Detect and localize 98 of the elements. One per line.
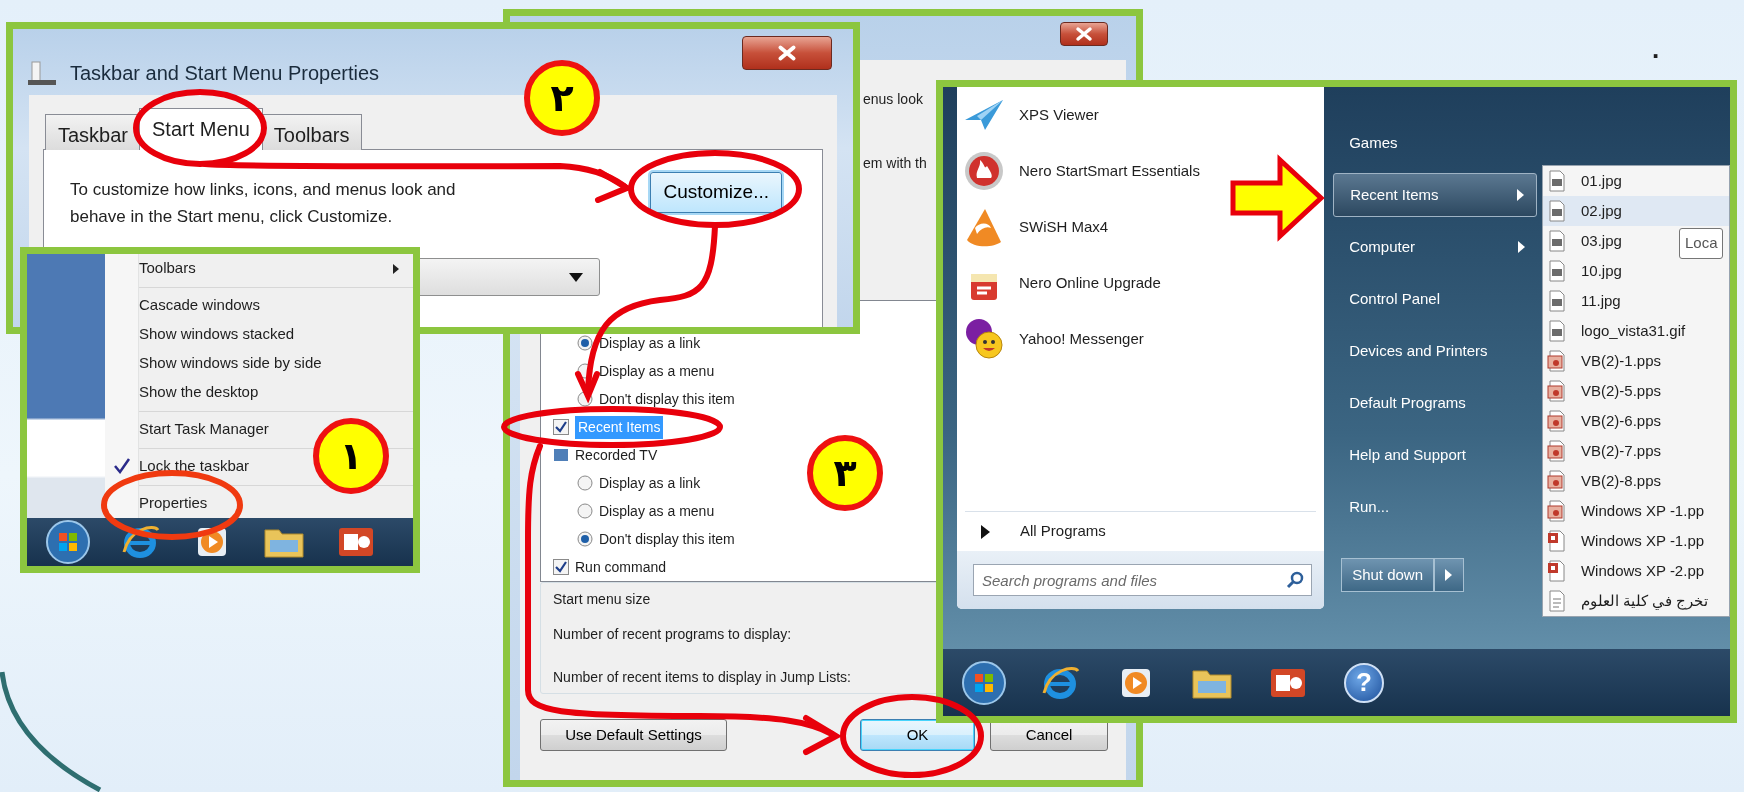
program-item[interactable]: XPS Viewer	[957, 87, 1325, 143]
presentation-file-icon	[1546, 530, 1567, 552]
category-icon	[553, 447, 569, 463]
recent-file-item[interactable]: 01.jpg	[1580, 169, 1622, 193]
slideshow-file-icon	[1546, 350, 1567, 372]
recent-file-item[interactable]: 02.jpg	[1580, 199, 1622, 223]
option-label: Display as a link	[599, 333, 701, 353]
slideshow-file-icon	[1546, 470, 1567, 492]
option-label: Display as a menu	[599, 361, 715, 381]
shutdown-button[interactable]: Shut down	[1341, 558, 1435, 592]
presentation-file-icon	[1546, 560, 1567, 582]
dialog-text: enus look	[863, 90, 923, 109]
start-menu-link[interactable]: Recent Items	[1333, 173, 1537, 217]
shutdown-options-button[interactable]	[1434, 558, 1465, 592]
option-label: Don't display this item	[599, 529, 735, 549]
menu-item[interactable]: Show windows side by side	[139, 352, 322, 375]
caret-icon	[569, 272, 583, 282]
start-menu-link[interactable]: Help and Support	[1333, 429, 1537, 481]
radio-button[interactable]	[577, 475, 593, 491]
recent-file-item[interactable]: logo_vista31.gif	[1580, 319, 1686, 343]
search-field[interactable]: Search programs and files	[973, 564, 1313, 596]
recent-file-item[interactable]: 10.jpg	[1580, 259, 1622, 283]
menu-item[interactable]: Properties	[139, 492, 208, 515]
program-item[interactable]: Nero Online Upgrade	[957, 255, 1325, 311]
recent-file-item[interactable]: 11.jpg	[1580, 289, 1621, 313]
slideshow-file-icon	[1546, 410, 1567, 432]
submenu-arrow-icon	[1517, 241, 1525, 253]
radio-button[interactable]	[577, 503, 593, 519]
option-label: Display as a link	[599, 473, 701, 493]
program-item[interactable]: Yahoo! Messenger	[957, 311, 1325, 367]
dialog-button[interactable]: Use Default Settings	[540, 719, 727, 751]
menu-item[interactable]: Toolbars	[139, 257, 196, 280]
option-label: Display as a menu	[599, 501, 715, 521]
slide-mark: .	[1652, 33, 1660, 66]
slideshow-file-icon	[1546, 440, 1567, 462]
recent-file-item[interactable]: Windows XP -1.pp	[1580, 499, 1705, 523]
option-label: Recent Items	[575, 415, 664, 439]
start-menu-link[interactable]: Default Programs	[1333, 377, 1537, 429]
start-menu-link[interactable]: Computer	[1333, 221, 1537, 273]
recent-file-item[interactable]: Windows XP -1.pp	[1580, 529, 1705, 553]
radio-button[interactable]	[577, 531, 593, 547]
description-text: To customize how links, icons, and menus look and behave in the Start menu, click Customize.	[70, 179, 457, 228]
close-button[interactable]	[1060, 22, 1108, 46]
document-file-icon	[1546, 590, 1567, 612]
menu-item[interactable]: Start Task Manager	[139, 418, 269, 441]
start-orb-icon[interactable]	[962, 660, 1006, 705]
tab[interactable]: Toolbars	[260, 114, 363, 150]
start-menu-link[interactable]: Run...	[1333, 481, 1537, 533]
program-item[interactable]: SWiSH Max4	[957, 199, 1325, 255]
window-title: Taskbar and Start Menu Properties	[70, 61, 380, 86]
program-item[interactable]: Nero StartSmart Essentials	[957, 143, 1325, 199]
radio-button[interactable]	[577, 335, 593, 351]
submenu-arrow-icon	[1516, 189, 1524, 201]
image-file-icon	[1546, 260, 1567, 282]
recent-file-item[interactable]: VB(2)-1.pps	[1580, 349, 1661, 373]
start-menu-link[interactable]: Control Panel	[1333, 273, 1537, 325]
search-icon	[1286, 571, 1305, 589]
customize-button[interactable]: Customize...	[650, 172, 782, 213]
image-file-icon	[1546, 230, 1567, 252]
start-orb-icon[interactable]	[46, 520, 90, 564]
recent-file-item[interactable]: VB(2)-5.pps	[1580, 379, 1661, 403]
option-label: Run command	[575, 557, 667, 577]
menu-item[interactable]: Lock the taskbar	[139, 455, 250, 478]
image-file-icon	[1546, 290, 1567, 312]
smiley-icon	[963, 318, 1005, 360]
recent-file-item[interactable]: VB(2)-6.pps	[1580, 409, 1661, 433]
tab[interactable]: Start Menu	[139, 108, 263, 150]
recent-file-item[interactable]: تخرج في كلية العلوم	[1580, 589, 1709, 613]
setting-label: Number of recent items to display in Jump Lists:	[553, 668, 851, 687]
flame-icon	[963, 150, 1005, 192]
menu-item[interactable]: Show windows stacked	[139, 323, 295, 346]
checkbox[interactable]	[553, 419, 569, 435]
recent-file-item[interactable]: 03.jpg	[1580, 229, 1622, 253]
menu-item[interactable]: Show the desktop	[139, 381, 259, 404]
recent-file-item[interactable]: Windows XP -2.pp	[1580, 559, 1705, 583]
dialog-text: em with th	[863, 154, 927, 173]
start-menu-link[interactable]: Games	[1333, 117, 1537, 169]
setting-label: Number of recent programs to display:	[553, 625, 792, 644]
submenu-arrow-icon	[1445, 569, 1453, 581]
option-label: Don't display this item	[599, 389, 735, 409]
menu-item[interactable]: Cascade windows	[139, 294, 260, 317]
checkbox[interactable]	[553, 559, 569, 575]
tab[interactable]: Taskbar	[45, 114, 142, 150]
image-file-icon	[1546, 320, 1567, 342]
tooltip: Loca	[1678, 228, 1724, 259]
option-label: Recorded TV	[575, 445, 658, 465]
slideshow-file-icon	[1546, 380, 1567, 402]
radio-button[interactable]	[577, 391, 593, 407]
image-file-icon	[1546, 200, 1567, 222]
start-menu-link[interactable]: Devices and Printers	[1333, 325, 1537, 377]
dialog-button[interactable]: OK	[860, 719, 975, 751]
group-title: Start menu size	[553, 590, 652, 609]
image-file-icon	[1546, 170, 1567, 192]
slideshow-file-icon	[1546, 500, 1567, 522]
expand-arrow-icon	[981, 524, 990, 539]
recent-file-item[interactable]: VB(2)-8.pps	[1580, 469, 1661, 493]
recent-file-item[interactable]: VB(2)-7.pps	[1580, 439, 1661, 463]
close-button[interactable]	[742, 36, 832, 70]
